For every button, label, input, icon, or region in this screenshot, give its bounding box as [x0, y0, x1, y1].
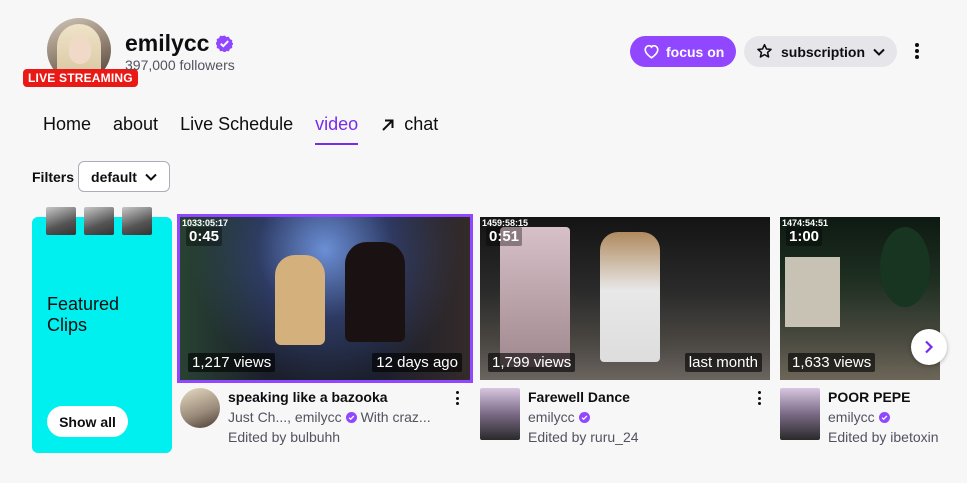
edited-by: Edited by ruru_24 [528, 429, 639, 445]
chevron-down-icon [145, 173, 157, 181]
video-creators[interactable]: emilycc [828, 409, 890, 425]
video-creators[interactable]: emilycc [528, 409, 590, 425]
subscription-label: subscription [781, 43, 866, 60]
tab-chat[interactable]: chat [380, 114, 438, 143]
focus-button[interactable]: focus on [630, 36, 737, 67]
channel-page: LIVE STREAMING emilycc 397,000 followers… [0, 0, 967, 483]
video-card[interactable]: 1033:05:17 0:45 1,217 views 12 days ago … [180, 217, 470, 458]
video-meta: Farewell Dance emilycc Edited by ruru_24 [480, 388, 770, 458]
clip-duration: 0:45 [186, 227, 223, 246]
video-thumbnail[interactable]: 1459:58:15 0:51 1,799 views last month [480, 217, 770, 380]
clip-age: 12 days ago [372, 353, 462, 372]
featured-title: Featured Clips [47, 294, 120, 335]
filters-label: Filters [32, 169, 75, 185]
verified-badge-icon [216, 35, 234, 52]
video-thumbnail[interactable]: 1033:05:17 0:45 1,217 views 12 days ago [180, 217, 470, 380]
tab-schedule[interactable]: Live Schedule [180, 114, 293, 143]
view-count: 1,217 views [188, 353, 276, 372]
featured-thumb [84, 207, 114, 235]
channel-name: emilycc [125, 30, 210, 56]
clip-duration: 1:00 [786, 227, 823, 246]
card-more-button[interactable] [754, 390, 764, 406]
tab-home[interactable]: Home [43, 114, 91, 143]
edited-by: Edited by ibetoxin [828, 429, 939, 445]
creator-avatar[interactable] [780, 388, 820, 440]
clip-age: last month [684, 353, 762, 372]
channel-tabs: Home about Live Schedule video chat [43, 114, 460, 145]
video-meta: POOR PEPE emilycc Edited by ibetoxin [780, 388, 967, 458]
card-more-button[interactable] [452, 390, 462, 406]
verified-badge-icon [878, 411, 890, 423]
video-card[interactable]: 1459:58:15 0:51 1,799 views last month F… [480, 217, 770, 458]
tab-about[interactable]: about [113, 114, 158, 143]
live-badge[interactable]: LIVE STREAMING [23, 69, 138, 87]
chevron-right-icon [925, 340, 934, 354]
edited-by: Edited by bulbuhh [228, 429, 341, 445]
external-link-arrow-icon [382, 119, 394, 131]
heart-icon [644, 44, 659, 59]
star-icon [757, 43, 772, 58]
view-count: 1,633 views [788, 353, 876, 372]
creator-avatar[interactable] [180, 388, 220, 428]
verified-badge-icon [345, 411, 357, 423]
view-count: 1,799 views [488, 353, 576, 372]
show-all-button[interactable]: Show all [47, 406, 128, 437]
verified-badge-icon [578, 411, 590, 423]
filter-dropdown[interactable]: default [78, 161, 170, 192]
featured-thumbnails [46, 207, 152, 235]
featured-thumb [46, 207, 76, 235]
video-meta: speaking like a bazooka Just Ch..., emil… [180, 388, 470, 458]
featured-clips-panel[interactable]: Featured Clips Show all [32, 207, 172, 453]
video-title[interactable]: Farewell Dance [528, 389, 630, 405]
subscription-button[interactable]: subscription [744, 36, 898, 67]
focus-label: focus on [666, 43, 725, 60]
chevron-down-icon [873, 48, 885, 56]
tab-video[interactable]: video [315, 114, 359, 145]
video-creators[interactable]: Just Ch..., emilycc With craz... [228, 409, 431, 425]
channel-name-row: emilycc [125, 30, 234, 57]
featured-thumb [122, 207, 152, 235]
filter-selected-value: default [91, 168, 137, 185]
video-title[interactable]: POOR PEPE [828, 389, 910, 405]
more-options-button[interactable] [908, 40, 926, 62]
creator-avatar[interactable] [480, 388, 520, 440]
carousel-next-button[interactable] [911, 329, 947, 365]
follower-count: 397,000 followers [125, 57, 235, 73]
clip-duration: 0:51 [486, 227, 523, 246]
video-title[interactable]: speaking like a bazooka [228, 389, 388, 405]
